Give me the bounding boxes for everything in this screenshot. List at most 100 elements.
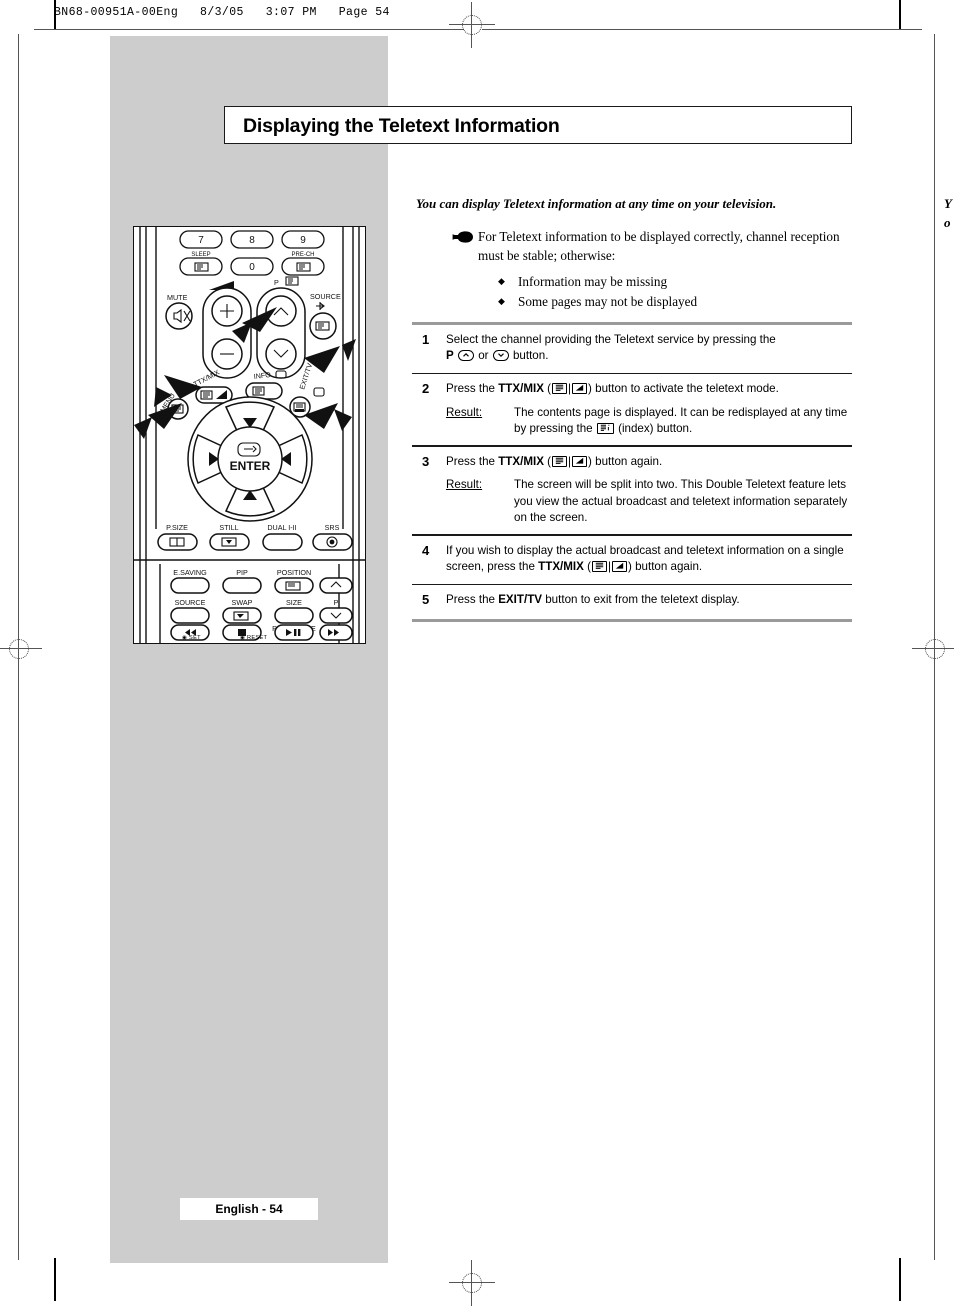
- bleed-text-line2: o: [944, 215, 951, 230]
- remote-label-dual: DUAL I-II: [267, 523, 296, 532]
- diamond-bullet-icon: ◆: [498, 276, 505, 287]
- step-text-b: or: [474, 349, 492, 363]
- bleed-text-line1: Y: [944, 196, 952, 211]
- page-side-panel: [110, 36, 388, 1263]
- step-bold-exittv: EXIT/TV: [498, 592, 543, 606]
- list-item: ◆ Information may be missing: [498, 272, 856, 291]
- remote-key-0: 0: [249, 262, 255, 273]
- step-bold-p: P: [446, 349, 454, 363]
- channel-down-icon: [492, 350, 509, 362]
- step-text: If you wish to display the actual broadc…: [446, 543, 852, 576]
- bullet-text: Some pages may not be displayed: [518, 293, 698, 309]
- step-number: 2: [422, 381, 430, 397]
- mix-icon: [612, 561, 627, 573]
- registration-mark-top: [449, 2, 495, 48]
- step-result-row: Result: The screen will be split into tw…: [446, 477, 852, 526]
- step-number: 5: [422, 591, 430, 607]
- page-rule-right-lower: [934, 660, 936, 1260]
- step-text-b: button to exit from the teletext display…: [542, 592, 740, 606]
- remote-label-esaving: E.SAVING: [173, 568, 207, 577]
- channel-up-icon: [457, 350, 474, 362]
- step-text: Press the EXIT/TV button to exit from th…: [446, 592, 852, 608]
- step-bold-ttxmix: TTX/MIX: [498, 382, 544, 396]
- remote-label-mute: MUTE: [167, 293, 188, 302]
- remote-label-p-side: P: [334, 598, 339, 607]
- step-row-1: 1 Select the channel providing the Telet…: [412, 325, 852, 373]
- step-text: Press the TTX/MIX ( | ) button again. Re…: [446, 454, 852, 527]
- page-title: Displaying the Teletext Information: [243, 115, 560, 137]
- remote-label-enter: ENTER: [230, 459, 271, 473]
- page-edge-left-bottom: [54, 1258, 56, 1301]
- remote-label-p: P: [274, 278, 279, 287]
- page-rule-left-lower: [18, 660, 20, 1260]
- teletext-icon: [552, 455, 568, 467]
- mix-icon: [572, 455, 588, 467]
- remote-label-size: SIZE: [286, 598, 302, 607]
- mix-separator: |: [568, 382, 572, 396]
- remote-label-source: SOURCE: [310, 292, 341, 301]
- page-edge-right-top: [899, 0, 901, 30]
- step-text-c: button.: [509, 349, 549, 363]
- remote-key-9: 9: [300, 235, 306, 246]
- remote-label-still: STILL: [219, 523, 238, 532]
- remote-label-prech: PRE-CH: [291, 252, 314, 258]
- step-text-a: Select the channel providing the Teletex…: [446, 333, 776, 346]
- page-title-box: Displaying the Teletext Information: [224, 106, 852, 144]
- step-text-b: (: [583, 560, 591, 574]
- page-edge-left-top: [54, 0, 56, 30]
- prepress-header: BN68-00951A-00Eng 8/3/05 3:07 PM Page 54: [54, 6, 390, 19]
- remote-control-figure: .bd{fill:none;stroke:#111;stroke-width:1…: [133, 226, 366, 644]
- step-text-c: ) button again.: [588, 454, 663, 468]
- result-text-b: (index) button.: [614, 422, 693, 435]
- step-row-3: 3 Press the TTX/MIX ( | ) button again. …: [412, 447, 852, 535]
- page-rule-left: [18, 34, 20, 644]
- step-row-5: 5 Press the EXIT/TV button to exit from …: [412, 585, 852, 616]
- step-text-a: Press the: [446, 382, 499, 396]
- step-text-c: ) button again.: [628, 560, 703, 574]
- step-number: 3: [422, 453, 430, 469]
- step-text: Press the TTX/MIX ( | ) button to activa…: [446, 381, 852, 437]
- intro-lead: You can display Teletext information at …: [416, 196, 777, 211]
- remote-label-sleep: SLEEP: [191, 252, 210, 258]
- step-row-2: 2 Press the TTX/MIX ( | ) button to acti…: [412, 374, 852, 445]
- step-bold-ttxmix: TTX/MIX: [538, 560, 584, 574]
- steps-bottom-rule: [412, 619, 852, 623]
- mix-icon: [572, 383, 588, 395]
- mix-separator: |: [607, 560, 611, 574]
- step-text-a: Press the: [446, 454, 499, 468]
- remote-key-8: 8: [249, 235, 255, 246]
- remote-label-swap: SWAP: [232, 598, 253, 607]
- step-bold-ttxmix: TTX/MIX: [498, 454, 544, 468]
- remote-label-source2: SOURCE: [175, 598, 206, 607]
- registration-mark-bottom: [449, 1260, 495, 1306]
- diamond-bullet-icon: ◆: [498, 295, 505, 306]
- page-rule-top-left: [34, 29, 464, 31]
- step-row-4: 4 If you wish to display the actual broa…: [412, 536, 852, 584]
- result-text: The contents page is displayed. It can b…: [514, 405, 852, 438]
- remote-label-set: ◉ SET: [182, 635, 201, 641]
- remote-label-position: POSITION: [277, 568, 311, 577]
- remote-label-pip: PIP: [236, 568, 248, 577]
- page-edge-right-bottom: [899, 1258, 901, 1301]
- remote-label-reset: ◉ RESET: [240, 635, 268, 641]
- index-icon: [596, 423, 614, 434]
- step-text-c: ) button to activate the teletext mode.: [588, 382, 779, 396]
- step-text-b: (: [543, 454, 552, 468]
- teletext-icon: [591, 561, 607, 573]
- result-text: The screen will be split into two. This …: [514, 478, 848, 524]
- list-item: ◆ Some pages may not be displayed: [498, 292, 856, 311]
- step-text: Select the channel providing the Teletex…: [446, 332, 852, 365]
- remote-key-7: 7: [198, 235, 204, 246]
- page-footer: English - 54: [180, 1198, 318, 1220]
- registration-mark-right: [912, 626, 954, 672]
- facing-page-bleed: Y o: [944, 196, 952, 231]
- steps-table: 1 Select the channel providing the Telet…: [412, 322, 852, 623]
- intro-note-text: For Teletext information to be displayed…: [478, 229, 840, 263]
- intro-note-block: For Teletext information to be displayed…: [452, 228, 856, 311]
- result-label: Result:: [446, 478, 483, 492]
- page-rule-right: [934, 34, 936, 644]
- pointing-hand-icon: [452, 228, 478, 246]
- registration-mark-left: [0, 626, 42, 672]
- remote-label-psize: P.SIZE: [166, 523, 188, 532]
- remote-icon-teletext-small: [285, 276, 299, 286]
